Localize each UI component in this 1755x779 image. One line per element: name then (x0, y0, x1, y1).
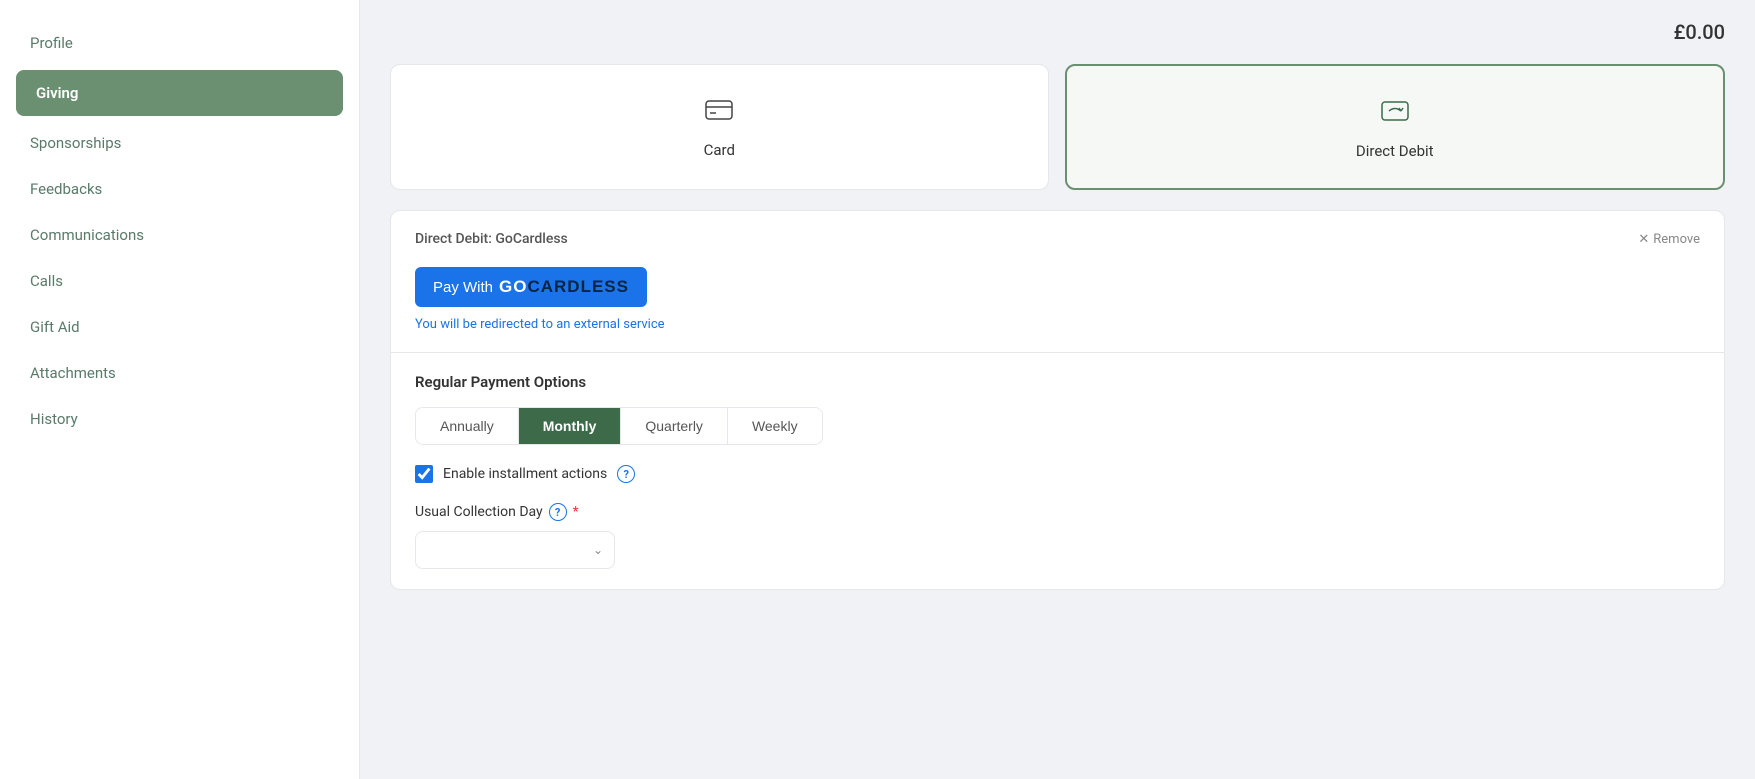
collection-day-label: Usual Collection Day ? * (415, 503, 1700, 521)
direct-debit-label: Direct Debit (1356, 142, 1434, 160)
frequency-tabs: Annually Monthly Quarterly Weekly (415, 407, 823, 445)
sidebar-item-history[interactable]: History (0, 396, 359, 442)
regular-payment-title: Regular Payment Options (415, 373, 1700, 391)
installment-checkbox-row: Enable installment actions ? (415, 465, 1700, 483)
sidebar-item-sponsorships[interactable]: Sponsorships (0, 120, 359, 166)
payment-methods: Card Direct Debit (390, 64, 1725, 190)
remove-button[interactable]: ✕ Remove (1638, 232, 1700, 247)
direct-debit-section: Direct Debit: GoCardless ✕ Remove Pay Wi… (390, 210, 1725, 590)
sidebar-item-calls[interactable]: Calls (0, 258, 359, 304)
sidebar-item-giving[interactable]: Giving (16, 70, 343, 116)
sidebar-item-profile[interactable]: Profile (0, 20, 359, 66)
card-label: Card (704, 141, 735, 159)
direct-debit-icon (1379, 94, 1411, 132)
app-container: Profile Giving Sponsorships Feedbacks Co… (0, 0, 1755, 779)
installment-help-icon[interactable]: ? (617, 465, 635, 483)
gocardless-button[interactable]: Pay With GOCARDLESS (415, 267, 647, 307)
sidebar: Profile Giving Sponsorships Feedbacks Co… (0, 0, 360, 779)
gocardless-brand-text: GOCARDLESS (499, 277, 629, 297)
card-payment-option[interactable]: Card (390, 64, 1049, 190)
tab-monthly[interactable]: Monthly (519, 408, 622, 444)
direct-debit-title: Direct Debit: GoCardless (415, 231, 568, 247)
collection-day-select-wrapper: ⌄ (415, 531, 615, 569)
tab-quarterly[interactable]: Quarterly (621, 408, 728, 444)
redirect-text: You will be redirected to an external se… (415, 317, 1700, 332)
tab-annually[interactable]: Annually (416, 408, 519, 444)
sidebar-item-attachments[interactable]: Attachments (0, 350, 359, 396)
direct-debit-payment-option[interactable]: Direct Debit (1065, 64, 1726, 190)
installment-label: Enable installment actions (443, 466, 607, 482)
main-content: £0.00 Card (360, 0, 1755, 779)
section-divider (391, 352, 1724, 353)
section-header: Direct Debit: GoCardless ✕ Remove (415, 231, 1700, 247)
installment-checkbox[interactable] (415, 465, 433, 483)
card-icon (703, 93, 735, 131)
pay-with-text: Pay With (433, 279, 493, 296)
collection-day-select[interactable] (415, 531, 615, 569)
sidebar-item-gift-aid[interactable]: Gift Aid (0, 304, 359, 350)
sidebar-item-feedbacks[interactable]: Feedbacks (0, 166, 359, 212)
required-star: * (573, 504, 579, 520)
remove-x-icon: ✕ (1638, 232, 1649, 247)
tab-weekly[interactable]: Weekly (728, 408, 822, 444)
collection-day-help-icon[interactable]: ? (549, 503, 567, 521)
header-amount: £0.00 (390, 20, 1725, 44)
sidebar-item-communications[interactable]: Communications (0, 212, 359, 258)
